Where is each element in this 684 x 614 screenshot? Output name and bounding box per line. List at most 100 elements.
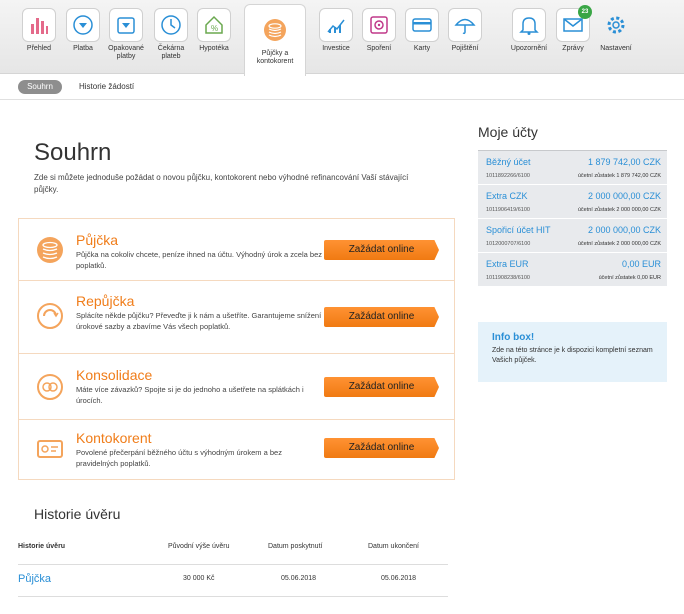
nav-label: Hypotéka — [199, 45, 229, 52]
clock-icon — [154, 8, 188, 42]
nav-platba[interactable]: Platba — [64, 8, 102, 53]
nav-pojisteni[interactable]: Pojištění — [446, 8, 484, 53]
account-ledger-balance: účetní zůstatek 2 000 000,00 CZK — [577, 207, 661, 213]
loan-history-title: Historie úvěru — [34, 506, 121, 522]
account-ledger-balance: účetní zůstatek 2 000 000,00 CZK — [577, 241, 661, 247]
apply-online-button[interactable]: Zažádat online — [324, 307, 439, 327]
nav-label: Platba — [73, 45, 93, 52]
column-header: Datum poskytnutí — [268, 543, 323, 550]
nav-upozorneni[interactable]: Upozornění — [509, 8, 549, 53]
unread-count-badge: 23 — [578, 5, 592, 19]
product-pujcka: Půjčka Půjčka na cokoliv chcete, peníze … — [19, 219, 454, 281]
product-description: Povolené přečerpání běžného účtu s výhod… — [76, 448, 282, 468]
account-name[interactable]: Spořicí účet HIT — [486, 225, 551, 235]
table-divider — [18, 596, 448, 597]
nav-sporeni[interactable]: Spoření — [360, 8, 398, 53]
account-number: 1011892266/6100 — [486, 173, 530, 179]
svg-text:%: % — [211, 24, 218, 33]
account-item[interactable]: Spořicí účet HIT 2 000 000,00 CZK 101200… — [478, 219, 667, 253]
page-title: Souhrn — [34, 139, 112, 166]
nav-investice[interactable]: Investice — [317, 8, 355, 53]
product-kontokorent: Kontokorent Povolené přečerpání běžného … — [19, 420, 454, 480]
info-box: Info box! Zde na této stránce je k dispo… — [478, 322, 667, 382]
account-balance: 0,00 EUR — [621, 259, 661, 269]
sub-navigation: Souhrn Historie žádostí — [0, 74, 684, 100]
intro-text: Zde si můžete jednoduše požádat o novou … — [34, 173, 409, 194]
nav-label: Investice — [322, 45, 350, 52]
umbrella-icon — [448, 8, 482, 42]
refinance-icon — [37, 303, 63, 329]
account-ledger-balance: účetní zůstatek 0,00 EUR — [598, 275, 661, 281]
info-box-title: Info box! — [492, 332, 535, 343]
accounts-title: Moje účty — [478, 124, 538, 140]
account-balance: 1 879 742,00 CZK — [587, 157, 661, 167]
account-balance: 2 000 000,00 CZK — [587, 191, 661, 201]
apply-online-button[interactable]: Zažádat online — [324, 438, 439, 458]
product-repujcka: Repůjčka Splácíte někde půjčku? Převeďte… — [19, 281, 454, 354]
account-balance: 2 000 000,00 CZK — [587, 225, 661, 235]
nav-label: Opakované platby — [108, 45, 144, 60]
tab-historie-zadosti[interactable]: Historie žádostí — [79, 82, 134, 91]
nav-label: Zprávy — [562, 45, 584, 52]
account-number: 1012000707/6100 — [486, 241, 531, 247]
nav-pujcky-kontokorent[interactable]: Půjčky a kontokorent — [244, 4, 306, 76]
product-konsolidace: Konsolidace Máte více závazků? Spojte si… — [19, 354, 454, 420]
table-divider — [18, 564, 448, 565]
column-header: Původní výše úvěru — [168, 543, 230, 550]
product-description: Máte více závazků? Spojte si je do jedno… — [76, 385, 304, 405]
loan-end-date: 05.06.2018 — [381, 575, 417, 582]
payment-arrow-icon — [66, 8, 100, 42]
nav-label: Spoření — [366, 45, 392, 52]
column-header: Datum ukončení — [368, 543, 419, 550]
loan-amount: 30 000 Kč — [183, 575, 215, 582]
nav-label: Čekárna plateb — [157, 45, 185, 60]
nav-prehled[interactable]: Přehled — [20, 8, 58, 53]
account-item[interactable]: Extra EUR 0,00 EUR 1011908238/6100 účetn… — [478, 253, 667, 287]
nav-label: Upozornění — [510, 45, 548, 52]
overdraft-card-icon — [37, 440, 63, 458]
tab-souhrn[interactable]: Souhrn — [18, 80, 62, 94]
account-item[interactable]: Extra CZK 2 000 000,00 CZK 1011906419/61… — [478, 185, 667, 219]
account-name[interactable]: Extra CZK — [486, 191, 528, 201]
nav-karty[interactable]: Karty — [403, 8, 441, 53]
loan-link[interactable]: Půjčka — [18, 573, 51, 585]
info-box-text: Zde na této stránce je k dispozici kompl… — [492, 347, 653, 364]
product-title: Půjčka — [76, 232, 119, 248]
apply-online-button[interactable]: Zažádat online — [324, 377, 439, 397]
house-percent-icon: % — [197, 8, 231, 42]
card-icon — [405, 8, 439, 42]
apply-online-button[interactable]: Zažádat online — [324, 240, 439, 260]
account-ledger-balance: účetní zůstatek 1 879 742,00 CZK — [577, 173, 661, 179]
account-name[interactable]: Extra EUR — [486, 259, 529, 269]
accounts-list: Běžný účet 1 879 742,00 CZK 1011892266/6… — [478, 150, 667, 286]
product-title: Repůjčka — [76, 293, 135, 309]
safe-icon — [362, 8, 396, 42]
product-title: Konsolidace — [76, 367, 153, 383]
gear-icon — [599, 8, 633, 42]
nav-label: Nastavení — [600, 45, 632, 52]
nav-label: Pojištění — [451, 45, 479, 52]
nav-label: Přehled — [26, 45, 52, 52]
nav-nastaveni[interactable]: Nastavení — [596, 8, 636, 53]
invest-chart-icon — [319, 8, 353, 42]
loan-granted-date: 05.06.2018 — [281, 575, 317, 582]
coins-icon — [258, 13, 292, 47]
account-number: 1011908238/6100 — [486, 275, 530, 281]
recurring-payment-icon — [109, 8, 143, 42]
nav-zpravy[interactable]: 23 Zprávy — [554, 5, 592, 53]
account-name[interactable]: Běžný účet — [486, 157, 531, 167]
consolidation-icon — [37, 374, 63, 400]
product-title: Kontokorent — [76, 430, 152, 446]
top-navigation: Přehled Platba Opakované platby Čekárna … — [0, 0, 684, 76]
nav-label: Karty — [413, 45, 431, 52]
account-number: 1011906419/6100 — [486, 207, 530, 213]
column-header: Historie úvěru — [18, 543, 66, 550]
nav-opakovane-platby[interactable]: Opakované platby — [105, 8, 147, 61]
product-list: Půjčka Půjčka na cokoliv chcete, peníze … — [18, 218, 455, 480]
nav-cekarna-plateb[interactable]: Čekárna plateb — [150, 8, 192, 61]
account-item[interactable]: Běžný účet 1 879 742,00 CZK 1011892266/6… — [478, 151, 667, 185]
coins-icon — [37, 237, 63, 263]
nav-hypoteka[interactable]: % Hypotéka — [194, 8, 234, 53]
product-description: Půjčka na cokoliv chcete, peníze ihned n… — [76, 250, 322, 270]
product-description: Splácíte někde půjčku? Převeďte ji k nám… — [76, 311, 322, 331]
